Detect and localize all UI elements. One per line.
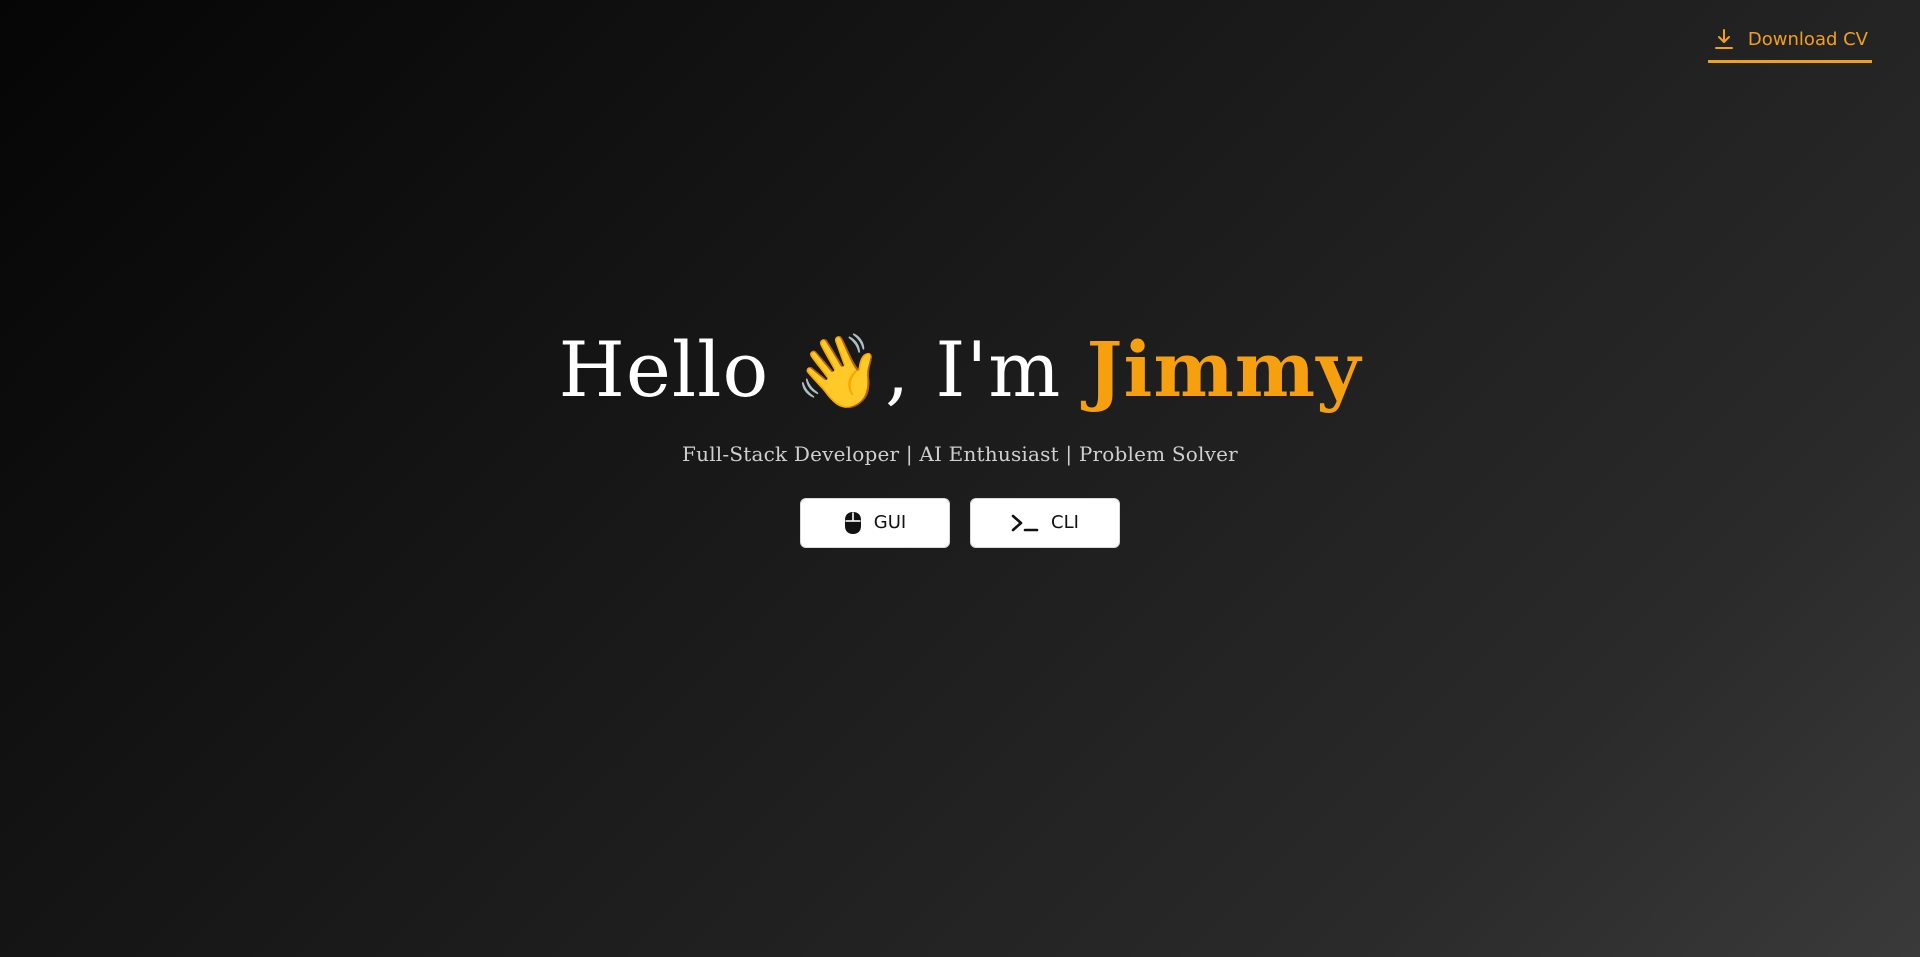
download-cv-link[interactable]: Download CV — [1707, 28, 1872, 63]
download-cv-label: Download CV — [1747, 28, 1868, 50]
terminal-icon — [1011, 513, 1039, 533]
page-title: Hello 👋, I'm Jimmy — [0, 330, 1920, 410]
gui-button-label: GUI — [873, 512, 907, 534]
cli-button[interactable]: CLI — [970, 497, 1120, 548]
mode-switcher: GUI CLI — [0, 497, 1920, 548]
mouse-icon — [844, 511, 862, 535]
name-highlight: Jimmy — [1086, 325, 1362, 414]
waving-hand-icon: 👋 — [794, 329, 886, 413]
greeting-text: Hello — [558, 325, 770, 414]
gui-button[interactable]: GUI — [800, 497, 950, 548]
cli-button-label: CLI — [1051, 512, 1079, 534]
hero-section: Hello 👋, I'm Jimmy Full-Stack Developer … — [0, 330, 1920, 548]
tagline: Full-Stack Developer | AI Enthusiast | P… — [682, 441, 1238, 466]
download-icon — [1714, 28, 1734, 50]
intro-text: , I'm — [885, 325, 1062, 414]
